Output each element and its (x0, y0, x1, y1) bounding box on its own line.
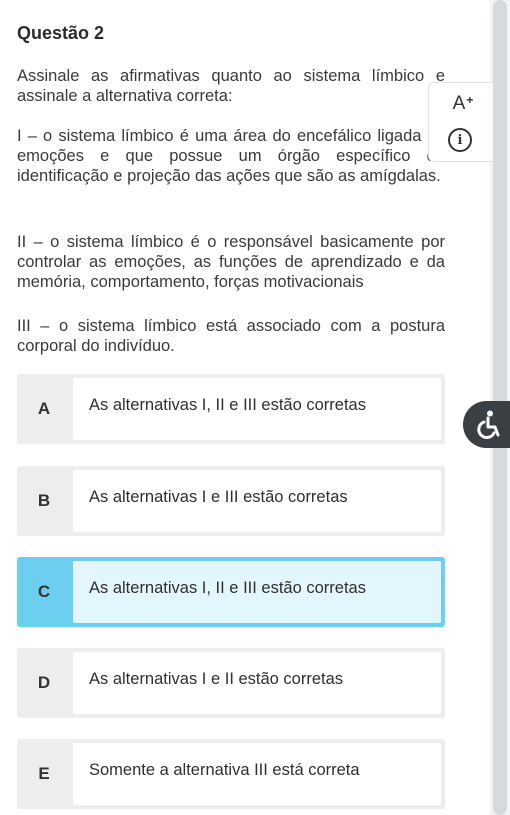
accessibility-icon (477, 410, 500, 439)
statement-1: I – o sistema límbico é uma área do ence… (17, 127, 445, 185)
option-text-box: Somente a alternativa III está correta (73, 743, 441, 805)
option-text-box: As alternativas I, II e III estão corret… (73, 561, 441, 623)
option-text-box: As alternativas I, II e III estão corret… (73, 378, 441, 440)
statement-3: III – o sistema límbico está associado c… (17, 317, 445, 355)
font-size-label: A (452, 93, 466, 114)
font-size-increase-icon[interactable]: A + (449, 91, 477, 117)
option-text-box: As alternativas I e III estão corretas (73, 470, 441, 532)
option-text-box: As alternativas I e II estão corretas (73, 652, 441, 714)
option-text: Somente a alternativa III está correta (89, 761, 360, 779)
option-b[interactable]: B As alternativas I e III estão corretas (17, 466, 445, 536)
statement-2: II – o sistema límbico é o responsável b… (17, 233, 445, 291)
option-d[interactable]: D As alternativas I e II estão corretas (17, 648, 445, 718)
option-letter: C (37, 582, 51, 601)
question-title: Questão 2 (17, 23, 105, 43)
info-label: i (457, 132, 463, 148)
option-e[interactable]: E Somente a alternativa III está correta (17, 739, 445, 809)
side-toolbar: A + i (428, 82, 492, 162)
option-letter: D (37, 673, 51, 692)
option-letter: E (38, 764, 50, 783)
question-intro: Assinale as afirmativas quanto ao sistem… (17, 67, 445, 105)
accessibility-button[interactable] (463, 401, 510, 448)
option-c[interactable]: C As alternativas I, II e III estão corr… (17, 557, 445, 627)
option-letter: A (37, 399, 51, 418)
option-text: As alternativas I e II estão corretas (89, 670, 344, 688)
font-size-plus: + (466, 93, 474, 107)
option-text: As alternativas I, II e III estão corret… (89, 396, 366, 414)
option-a[interactable]: A As alternativas I, II e III estão corr… (17, 374, 445, 444)
option-letter: B (37, 491, 51, 510)
info-icon[interactable]: i (448, 128, 472, 152)
option-text: As alternativas I, II e III estão corret… (89, 579, 366, 597)
option-text: As alternativas I e III estão corretas (89, 488, 348, 506)
